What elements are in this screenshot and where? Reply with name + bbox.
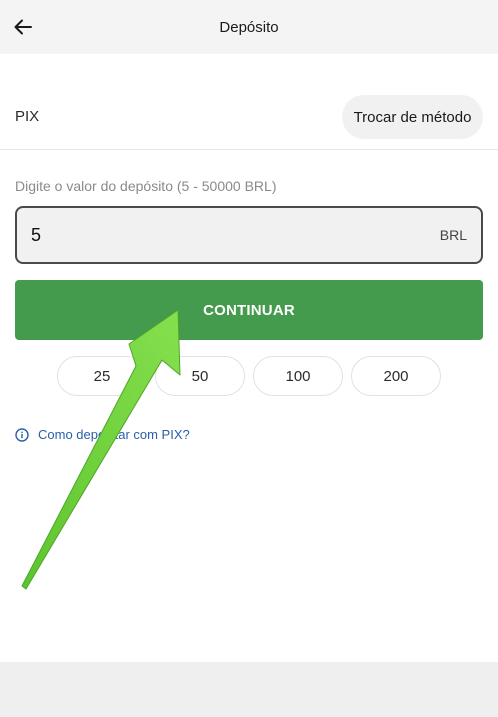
quick-amount-25[interactable]: 25 [57, 356, 147, 396]
quick-amount-options: 25 50 100 200 [57, 356, 441, 396]
currency-suffix: BRL [439, 227, 467, 243]
quick-amount-50[interactable]: 50 [155, 356, 245, 396]
help-link-text: Como depositar com PIX? [38, 427, 190, 442]
help-link[interactable]: Como depositar com PIX? [15, 427, 190, 442]
payment-method-name: PIX [15, 108, 40, 125]
payment-method-row: PIX Trocar de método [0, 54, 498, 150]
page-title: Depósito [219, 18, 279, 36]
arrow-left-icon [14, 19, 32, 35]
bottom-panel [0, 662, 498, 717]
info-icon [15, 427, 29, 442]
quick-amount-100[interactable]: 100 [253, 356, 343, 396]
back-button[interactable] [10, 14, 36, 40]
amount-field[interactable]: BRL [15, 206, 483, 264]
top-bar: Depósito [0, 0, 498, 54]
quick-amount-200[interactable]: 200 [351, 356, 441, 396]
change-method-button[interactable]: Trocar de método [342, 95, 483, 139]
amount-input[interactable] [31, 208, 411, 262]
amount-label: Digite o valor do depósito (5 - 50000 BR… [15, 178, 277, 194]
continue-button[interactable]: CONTINUAR [15, 280, 483, 340]
